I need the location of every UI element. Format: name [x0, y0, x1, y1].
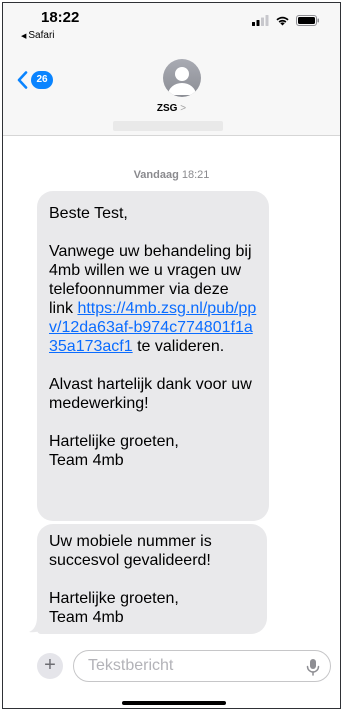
plus-icon: +	[44, 654, 56, 676]
message-timestamp: Vandaag 18:21	[3, 169, 340, 181]
back-button[interactable]: 26	[17, 71, 53, 89]
chevron-right-icon: >	[180, 103, 187, 114]
message-greeting: Beste Test,	[49, 205, 128, 222]
message-body: Uw mobiele nummer is succesvol gevalidee…	[49, 533, 212, 569]
contact-name-button[interactable]: ZSG >	[3, 103, 340, 114]
back-to-app-link[interactable]: ◀ Safari	[21, 30, 55, 41]
message-signature: Team 4mb	[49, 609, 124, 626]
battery-icon	[296, 15, 319, 26]
obscured-contact-detail	[113, 121, 223, 131]
message-thanks: Alvast hartelijk dank voor uw medewerkin…	[49, 376, 252, 412]
compose-bar: +	[3, 643, 340, 708]
message-body: Vanwege uw behandeling bij 4mb willen we…	[49, 242, 257, 356]
message-input[interactable]	[73, 650, 331, 682]
received-message-bubble[interactable]: Uw mobiele nummer is succesvol gevalidee…	[37, 524, 267, 634]
unread-count-badge: 26	[31, 71, 53, 89]
message-closing: Hartelijke groeten,	[49, 590, 179, 607]
contact-name: ZSG	[156, 103, 178, 114]
home-indicator[interactable]	[122, 701, 226, 705]
chevron-left-icon	[17, 71, 28, 89]
back-app-label: Safari	[28, 30, 55, 41]
back-triangle-icon: ◀	[21, 32, 27, 40]
bubble-tail	[29, 613, 47, 633]
timestamp-day: Vandaag	[133, 169, 179, 181]
wifi-icon	[276, 16, 289, 26]
contact-avatar[interactable]	[163, 59, 201, 97]
microphone-icon[interactable]	[305, 658, 321, 676]
plus-button[interactable]: +	[37, 653, 63, 679]
messages-screen: 18:22 ◀ Safari 26 ZSG > Vandaag 18:21 Be…	[2, 2, 341, 709]
conversation-header: 26 ZSG >	[3, 55, 340, 136]
timestamp-time: 18:21	[181, 169, 210, 181]
status-icons	[252, 15, 320, 26]
message-body-suffix: te valideren.	[132, 338, 225, 355]
status-time: 18:22	[41, 9, 80, 26]
signal-icon	[252, 15, 269, 26]
person-avatar-icon	[168, 67, 196, 95]
message-signature: Team 4mb	[49, 452, 124, 469]
status-bar: 18:22 ◀ Safari	[3, 3, 340, 55]
message-closing: Hartelijke groeten,	[49, 433, 179, 450]
received-message-bubble[interactable]: Beste Test, Vanwege uw behandeling bij 4…	[37, 191, 269, 521]
